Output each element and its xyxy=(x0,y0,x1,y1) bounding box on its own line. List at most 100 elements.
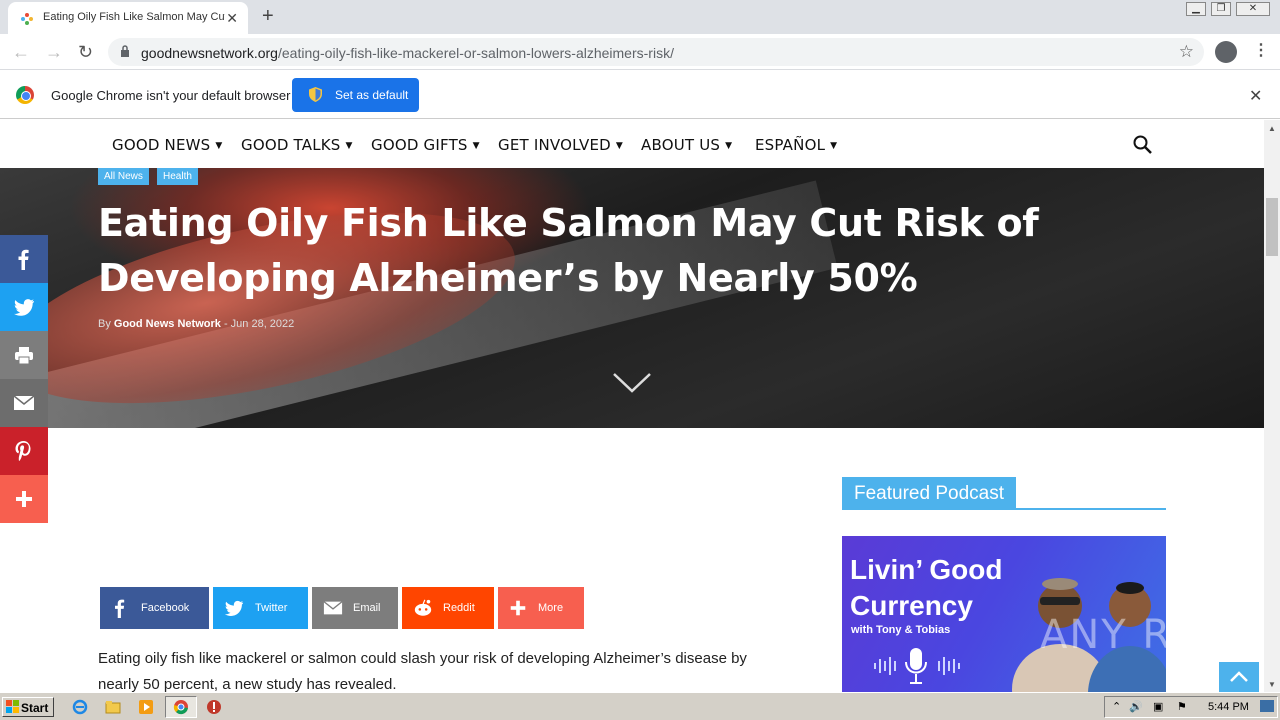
volume-icon[interactable]: 🔊 xyxy=(1129,700,1143,713)
chevron-down-icon: ▼ xyxy=(472,141,480,151)
chevron-down-icon: ▼ xyxy=(725,141,733,151)
back-button[interactable]: ← xyxy=(12,42,30,63)
nav-espanol[interactable]: ESPAÑOL ▼ xyxy=(755,136,837,154)
nav-label: GOOD GIFTS xyxy=(371,136,468,154)
pinterest-icon xyxy=(15,441,31,461)
nav-good-gifts[interactable]: GOOD GIFTS ▼ xyxy=(371,136,480,154)
scroll-down-arrow-icon[interactable]: ▼ xyxy=(1268,680,1276,689)
network-icon[interactable]: ▣ xyxy=(1153,700,1163,713)
nav-good-news[interactable]: GOOD NEWS ▼ xyxy=(112,136,223,154)
print-icon xyxy=(15,347,33,365)
site-navigation: GOOD NEWS ▼ GOOD TALKS ▼ GOOD GIFTS ▼ GET I… xyxy=(0,120,1264,168)
nav-label: ABOUT US xyxy=(641,136,721,154)
search-icon[interactable] xyxy=(1133,135,1152,154)
twitter-icon xyxy=(14,299,35,316)
address-bar[interactable]: goodnewsnetwork.org/eating-oily-fish-lik… xyxy=(108,38,1204,66)
category-tag-all-news[interactable]: All News xyxy=(98,168,149,185)
side-email-button[interactable] xyxy=(0,379,48,427)
chevron-down-icon: ▼ xyxy=(615,141,624,151)
chrome-icon xyxy=(173,700,188,715)
plus-icon xyxy=(510,600,526,616)
browser-tab[interactable]: Eating Oily Fish Like Salmon May Cut ✕ xyxy=(8,2,248,34)
stop-icon[interactable] xyxy=(206,699,222,715)
close-tab-icon[interactable]: ✕ xyxy=(226,10,238,27)
close-window-button[interactable]: ✕ xyxy=(1236,2,1270,16)
share-facebook-button[interactable]: Facebook xyxy=(100,587,209,629)
nav-get-involved[interactable]: GET INVOLVED ▼ xyxy=(498,136,623,154)
arrow-up-icon xyxy=(1230,671,1248,682)
podcast-title-line2: Currency xyxy=(850,590,973,621)
windows-logo-icon xyxy=(6,700,19,713)
restore-button[interactable]: ❐ xyxy=(1211,2,1231,16)
folder-icon[interactable] xyxy=(105,699,121,715)
default-browser-infobar: Google Chrome isn't your default browser… xyxy=(0,71,1280,119)
twitter-icon xyxy=(224,600,244,616)
side-more-button[interactable] xyxy=(0,475,48,523)
share-more-button[interactable]: More xyxy=(498,587,584,629)
microphone-icon xyxy=(874,648,960,684)
site-favicon-icon xyxy=(21,13,33,25)
share-reddit-button[interactable]: Reddit xyxy=(402,587,494,629)
url-path: /eating-oily-fish-like-mackerel-or-salmo… xyxy=(277,45,674,61)
chrome-menu-icon[interactable]: ⋮ xyxy=(1253,40,1269,60)
share-label: Reddit xyxy=(443,602,475,614)
scroll-down-chevron-icon[interactable] xyxy=(612,370,652,394)
nav-good-talks[interactable]: GOOD TALKS ▼ xyxy=(241,136,353,154)
tab-title: Eating Oily Fish Like Salmon May Cut xyxy=(43,11,225,23)
article-title: Eating Oily Fish Like Salmon May Cut Ris… xyxy=(98,201,1039,300)
chevron-down-icon: ▼ xyxy=(830,141,838,151)
set-as-default-button[interactable]: Set as default xyxy=(292,78,419,112)
share-twitter-button[interactable]: Twitter xyxy=(213,587,308,629)
profile-avatar-icon[interactable] xyxy=(1215,41,1237,63)
article-body: Eating oily fish like mackerel or salmon… xyxy=(98,650,747,693)
anyrun-watermark: ANY RUN xyxy=(1040,612,1236,658)
side-pinterest-button[interactable] xyxy=(0,427,48,475)
nav-about-us[interactable]: ABOUT US ▼ xyxy=(641,136,732,154)
podcast-title-line1: Livin’ Good xyxy=(850,554,1003,585)
ie-icon[interactable] xyxy=(72,699,88,715)
close-infobar-icon[interactable]: ✕ xyxy=(1249,86,1262,106)
share-label: Twitter xyxy=(255,602,288,614)
lock-icon xyxy=(121,45,129,57)
chevron-down-icon: ▼ xyxy=(215,141,223,151)
scroll-up-arrow-icon[interactable]: ▲ xyxy=(1268,124,1276,133)
windows-taskbar: Start ⌃ 🔊 ▣ ⚑ xyxy=(0,692,1280,720)
taskbar-chrome-button[interactable] xyxy=(165,696,197,718)
back-to-top-button[interactable] xyxy=(1219,662,1259,692)
nav-label: GOOD NEWS xyxy=(112,136,211,154)
minimize-button[interactable]: ▁ xyxy=(1186,2,1206,16)
forward-button[interactable]: → xyxy=(45,42,63,63)
side-twitter-button[interactable] xyxy=(0,283,48,331)
start-label: Start xyxy=(21,701,49,715)
show-desktop-icon[interactable] xyxy=(1260,700,1274,712)
share-label: Facebook xyxy=(141,602,190,614)
category-tag-health[interactable]: Health xyxy=(157,168,198,185)
email-icon xyxy=(323,601,343,615)
side-print-button[interactable] xyxy=(0,331,48,379)
nav-label: GOOD TALKS xyxy=(241,136,341,154)
tray-expand-icon[interactable]: ⌃ xyxy=(1112,700,1121,713)
scrollbar-thumb[interactable] xyxy=(1266,198,1278,256)
author-link[interactable]: Good News Network xyxy=(114,318,221,330)
featured-podcast-heading: Featured Podcast xyxy=(842,477,1016,509)
set-as-default-label: Set as default xyxy=(335,88,409,102)
email-icon xyxy=(13,395,35,410)
media-player-icon[interactable] xyxy=(138,699,154,715)
facebook-icon xyxy=(18,249,29,270)
nav-label: GET INVOLVED xyxy=(498,136,611,154)
tab-strip: Eating Oily Fish Like Salmon May Cut ✕ +… xyxy=(0,0,1280,34)
byline-prefix: By xyxy=(98,318,111,330)
reload-button[interactable]: ↻ xyxy=(78,42,93,63)
nav-label: ESPAÑOL xyxy=(755,136,826,154)
bookmark-star-icon[interactable]: ☆ xyxy=(1179,42,1194,62)
new-tab-button[interactable]: + xyxy=(262,5,274,28)
share-email-button[interactable]: Email xyxy=(312,587,398,629)
side-facebook-button[interactable] xyxy=(0,235,48,283)
flag-icon[interactable]: ⚑ xyxy=(1177,700,1187,713)
plus-icon xyxy=(16,491,32,507)
system-tray: ⌃ 🔊 ▣ ⚑ xyxy=(1104,696,1278,718)
podcast-hosts-line: with Tony & Tobias xyxy=(851,624,951,636)
start-button[interactable]: Start xyxy=(2,697,54,717)
share-label: More xyxy=(538,602,564,614)
byline: By Good News Network - Jun 28, 2022 xyxy=(98,318,294,330)
